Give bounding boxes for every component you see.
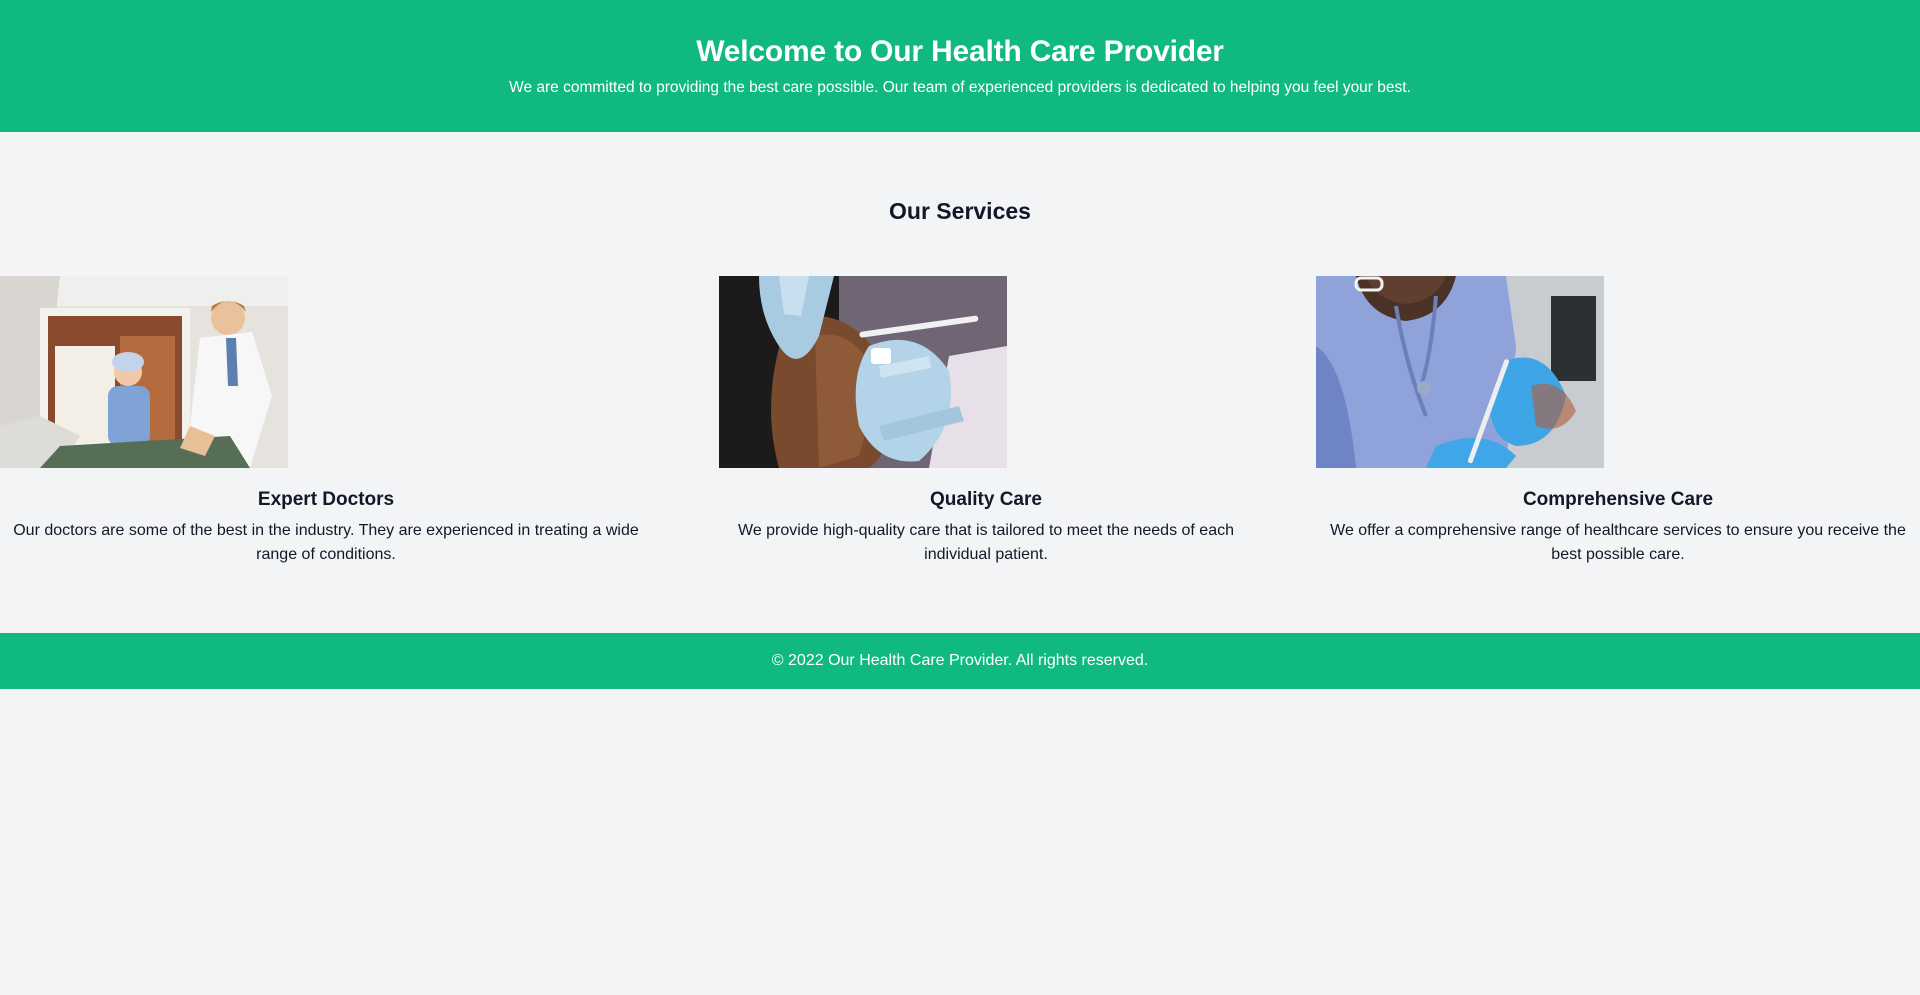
doctor-with-patient-photo [0, 276, 288, 468]
service-card-expert-doctors: Expert Doctors Our doctors are some of t… [0, 276, 652, 567]
services-heading: Our Services [889, 198, 1031, 224]
page-title: Welcome to Our Health Care Provider [696, 35, 1224, 68]
service-description: Our doctors are some of the best in the … [13, 522, 639, 563]
services-section: Our Services Expert Doctors Our doctors … [0, 132, 1920, 633]
service-description: We provide high-quality care that is tai… [738, 522, 1234, 563]
service-card-quality-care: Quality Care We provide high-quality car… [719, 276, 1253, 567]
copyright-text: © 2022 Our Health Care Provider. All rig… [771, 652, 1149, 669]
service-card-comprehensive-care: Comprehensive Care We offer a comprehens… [1316, 276, 1920, 567]
service-title: Comprehensive Care [1522, 489, 1714, 510]
nurse-with-syringe-photo [1316, 276, 1604, 468]
vaccination-photo [719, 276, 1007, 468]
service-title: Expert Doctors [257, 489, 395, 510]
hero-subtitle: We are committed to providing the best c… [509, 79, 1411, 96]
service-title: Quality Care [930, 489, 1042, 510]
service-description: We offer a comprehensive range of health… [1330, 522, 1906, 563]
site-footer: © 2022 Our Health Care Provider. All rig… [0, 633, 1920, 689]
hero-banner: Welcome to Our Health Care Provider We a… [0, 0, 1920, 132]
